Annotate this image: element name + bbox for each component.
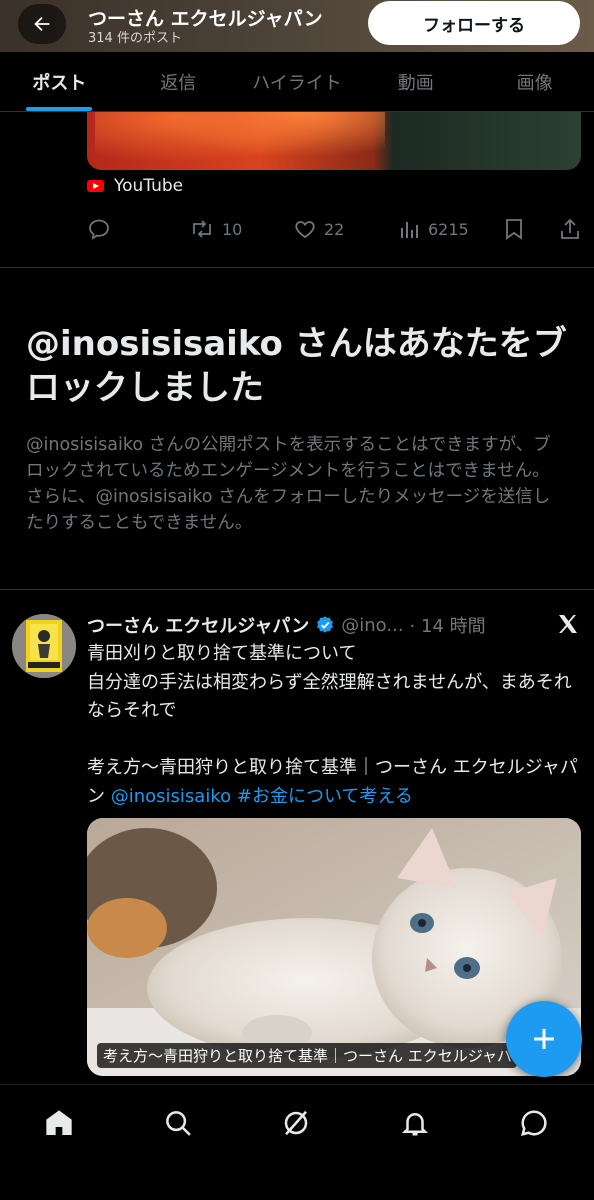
retweet-icon xyxy=(193,220,211,238)
tweet-header: つーさん エクセルジャパン @ino... · 14 時間 xyxy=(87,612,486,638)
nav-search[interactable] xyxy=(158,1103,198,1143)
youtube-icon xyxy=(87,180,104,192)
blocked-description: @inosisisaiko さんの公開ポストを表示することはできますが、ブロック… xyxy=(26,435,551,533)
nav-home[interactable] xyxy=(39,1103,79,1143)
profile-header: つーさん エクセルジャパン 314 件のポスト フォローする xyxy=(0,0,594,52)
link-card-title: 考え方～青田狩りと取り捨て基準｜つーさん エクセルジャパ xyxy=(97,1043,517,1068)
arrow-left-icon xyxy=(34,16,50,32)
post-actions: 10 22 6215 xyxy=(87,212,582,246)
back-button[interactable] xyxy=(18,4,66,44)
reply-icon xyxy=(89,219,109,240)
bar-chart-icon xyxy=(401,222,418,238)
hashtag-link[interactable]: #お金について考える xyxy=(237,786,413,807)
message-icon xyxy=(520,1110,547,1137)
profile-tabs: ポスト 返信 ハイライト 動画 画像 xyxy=(0,52,594,112)
mention-link[interactable]: @inosisisaiko xyxy=(111,786,231,807)
section-divider xyxy=(0,589,594,590)
author-handle[interactable]: @ino... xyxy=(341,615,403,636)
tweet-line: 青田刈りと取り捨て基準について xyxy=(87,643,357,664)
compose-button[interactable] xyxy=(506,1001,582,1077)
tab-images[interactable]: 画像 xyxy=(475,52,594,111)
nav-grok[interactable] xyxy=(276,1103,316,1143)
share-icon xyxy=(561,218,579,239)
tab-highlights[interactable]: ハイライト xyxy=(238,52,357,111)
bookmark-button[interactable] xyxy=(503,212,525,246)
link-source-label: YouTube xyxy=(114,176,184,196)
x-logo-icon xyxy=(556,612,580,642)
follow-button[interactable]: フォローする xyxy=(368,1,580,45)
bell-icon xyxy=(401,1113,429,1136)
views-count: 6215 xyxy=(428,219,469,239)
post-time[interactable]: · 14 時間 xyxy=(410,612,486,638)
like-count: 22 xyxy=(324,219,345,239)
tab-posts[interactable]: ポスト xyxy=(0,52,119,111)
like-button[interactable]: 22 xyxy=(293,212,344,246)
share-button[interactable] xyxy=(559,212,581,246)
nav-messages[interactable] xyxy=(514,1103,554,1143)
tweet-text: 青田刈りと取り捨て基準について 自分達の手法は相変わらず全然理解されませんが、ま… xyxy=(87,640,582,811)
reply-button[interactable] xyxy=(87,212,111,246)
post-divider xyxy=(0,267,594,268)
avatar[interactable] xyxy=(12,614,76,678)
blocked-title: @inosisisaiko さんはあなたをブロックしました xyxy=(26,324,567,408)
bottom-nav xyxy=(0,1084,594,1200)
grok-icon xyxy=(284,1110,308,1136)
nav-notifications[interactable] xyxy=(395,1103,435,1143)
heart-icon xyxy=(295,221,315,239)
bookmark-icon xyxy=(506,219,522,240)
youtube-thumbnail[interactable] xyxy=(87,112,581,170)
views-button[interactable]: 6215 xyxy=(399,212,469,246)
tweet-line: 考え方～青田狩りと取り捨て基準｜つーさん エクセルジャパン @inosisisa… xyxy=(87,757,578,807)
home-icon xyxy=(46,1110,72,1135)
verified-badge-icon xyxy=(317,616,334,633)
tab-videos[interactable]: 動画 xyxy=(356,52,475,111)
link-source: YouTube xyxy=(87,176,183,196)
author-name[interactable]: つーさん エクセルジャパン xyxy=(87,612,309,638)
tab-replies[interactable]: 返信 xyxy=(119,52,238,111)
search-icon xyxy=(166,1111,191,1136)
retweet-button[interactable]: 10 xyxy=(189,212,242,246)
plus-icon xyxy=(534,1029,554,1049)
tweet-line: 自分達の手法は相変わらず全然理解されませんが、まあそれならそれで xyxy=(87,671,572,722)
post-count: 314 件のポスト xyxy=(88,31,182,46)
retweet-count: 10 xyxy=(222,219,243,239)
